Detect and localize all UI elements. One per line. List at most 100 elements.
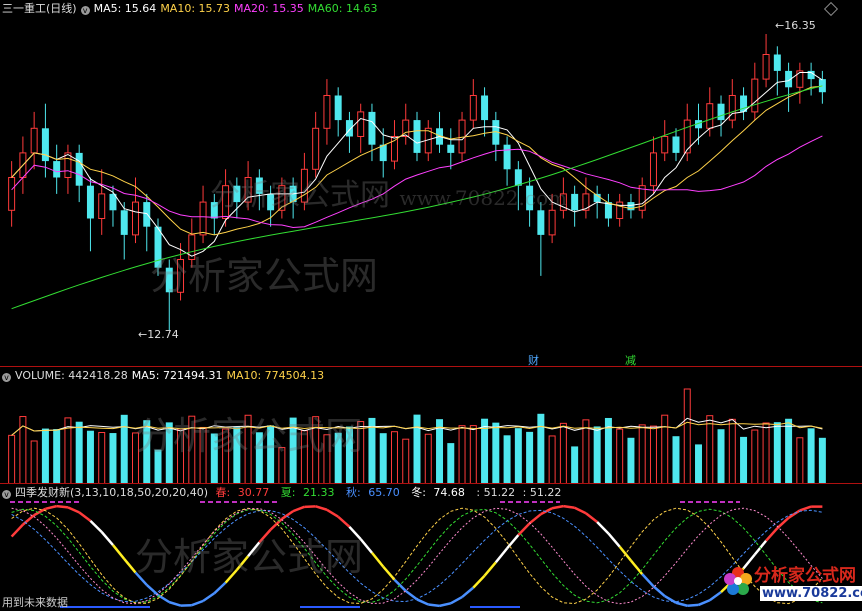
season-main-segment xyxy=(237,556,248,570)
season-main-segment xyxy=(349,527,360,539)
volume-bar-down xyxy=(42,429,49,484)
circle-toggle-icon[interactable]: v xyxy=(2,373,11,382)
season-main-segment xyxy=(642,574,653,586)
volume-bar-up xyxy=(797,438,803,484)
circle-toggle-icon[interactable]: v xyxy=(81,6,90,15)
candle-body-up xyxy=(470,95,476,120)
season-main-segment xyxy=(90,521,101,532)
volume-bar-up xyxy=(707,416,713,484)
season-main-segment xyxy=(766,528,777,541)
volume-bar-up xyxy=(470,426,476,484)
candle-body-down xyxy=(267,194,274,210)
season-main-segment xyxy=(665,596,676,603)
candle-body-down xyxy=(346,120,353,136)
volume-bar-up xyxy=(313,417,319,484)
candle-body-up xyxy=(133,202,139,235)
circle-toggle-icon[interactable]: v xyxy=(2,490,11,499)
volume-bar-down xyxy=(143,420,150,484)
summer-label: 夏: 21.33 xyxy=(281,486,339,499)
candle-body-down xyxy=(233,186,240,202)
volume-bar-down xyxy=(53,429,60,484)
ma60-label: MA60: 14.63 xyxy=(308,2,378,15)
volume-legend: vVOLUME: 442418.28MA5: 721494.31MA10: 77… xyxy=(2,368,328,383)
volume-bar-up xyxy=(324,435,330,484)
autumn-label: 秋: 65.70 xyxy=(346,486,404,499)
candle-body-up xyxy=(245,177,251,202)
season-main-segment xyxy=(23,515,34,525)
volume-bar-up xyxy=(425,434,431,484)
season-main-segment xyxy=(158,595,169,602)
volume-bar-up xyxy=(752,430,758,484)
candle-body-down xyxy=(76,153,83,186)
candle-body-up xyxy=(31,128,37,153)
candle-body-down xyxy=(335,95,342,120)
spring-label: 春: 30.77 xyxy=(216,486,274,499)
volume-bar-down xyxy=(695,444,702,484)
volume-bar-up xyxy=(245,415,251,484)
season-main-segment xyxy=(699,600,710,605)
volume-bar-up xyxy=(189,416,195,484)
volume-bar-down xyxy=(76,422,83,484)
season-main-segment xyxy=(620,547,631,561)
footer-note: 用到未来数据 xyxy=(2,594,68,610)
price-panel[interactable]: 三一重工(日线)vMA5: 15.64MA10: 15.73MA20: 15.3… xyxy=(0,0,862,366)
stock-title[interactable]: 三一重工(日线) xyxy=(2,2,77,15)
volume-bar-up xyxy=(301,431,307,484)
volume-bar-up xyxy=(459,426,465,484)
volume-bar-up xyxy=(9,435,15,484)
extra-value-2: : 51.22 xyxy=(523,486,562,499)
season-main-segment xyxy=(485,562,496,575)
tag-jian: 减 xyxy=(625,352,636,366)
volume-bar-down xyxy=(211,434,218,484)
season-main-segment xyxy=(676,603,687,606)
volume-bar-down xyxy=(414,415,421,484)
volume-bar-down xyxy=(380,433,387,484)
brand-name: 分析家公式网 xyxy=(754,561,856,586)
yellow-dash-line xyxy=(12,508,823,603)
volume-bar-down xyxy=(492,423,499,484)
season-main-segment xyxy=(383,567,394,580)
volume-bar-up xyxy=(662,415,668,484)
season-main-segment xyxy=(372,553,383,567)
indicator-legend: v四季发财新(3,13,10,18,50,20,20,40) 春: 30.77 … xyxy=(2,485,565,500)
candle-body-down xyxy=(774,54,781,70)
volume-bar-down xyxy=(627,438,634,484)
season-main-segment xyxy=(12,525,23,537)
volume-bar-up xyxy=(391,432,397,484)
candle-body-down xyxy=(121,210,128,235)
season-main-segment xyxy=(789,510,800,517)
season-main-segment xyxy=(361,539,372,553)
candle-body-up xyxy=(763,54,769,79)
candlestick-chart[interactable] xyxy=(0,0,862,366)
vol-ma5-label: MA5: 721494.31 xyxy=(132,369,223,382)
volume-bar-down xyxy=(233,426,240,484)
volume-bar-down xyxy=(774,422,781,484)
candle-body-up xyxy=(617,202,623,218)
tag-cai: 财 xyxy=(528,352,539,366)
season-main-segment xyxy=(608,533,619,546)
season-main-segment xyxy=(541,508,552,514)
ma5-label: MA5: 15.64 xyxy=(94,2,157,15)
volume-bar-down xyxy=(166,422,173,484)
volume-bar-down xyxy=(672,436,679,484)
season-main-segment xyxy=(462,588,473,597)
season-main-segment xyxy=(57,506,68,507)
candle-body-down xyxy=(819,79,826,92)
season-main-segment xyxy=(552,506,563,508)
season-main-segment xyxy=(800,507,811,511)
volume-bar-down xyxy=(335,433,342,484)
volume-panel[interactable]: vVOLUME: 442418.28MA5: 721494.31MA10: 77… xyxy=(0,366,862,484)
volume-chart[interactable] xyxy=(0,367,862,484)
season-main-segment xyxy=(45,506,56,509)
volume-bar-down xyxy=(819,438,826,484)
ma20-label: MA20: 15.35 xyxy=(234,2,304,15)
season-main-segment xyxy=(631,561,642,575)
volume-bar-down xyxy=(121,415,128,484)
indicator-panel[interactable]: v四季发财新(3,13,10,18,50,20,20,40) 春: 30.77 … xyxy=(0,483,862,611)
candle-body-down xyxy=(166,268,173,293)
candle-body-up xyxy=(707,104,713,129)
season-main-segment xyxy=(597,522,608,533)
volume-bar-up xyxy=(178,429,184,484)
candle-body-up xyxy=(301,169,307,202)
volume-bar-up xyxy=(223,429,229,484)
